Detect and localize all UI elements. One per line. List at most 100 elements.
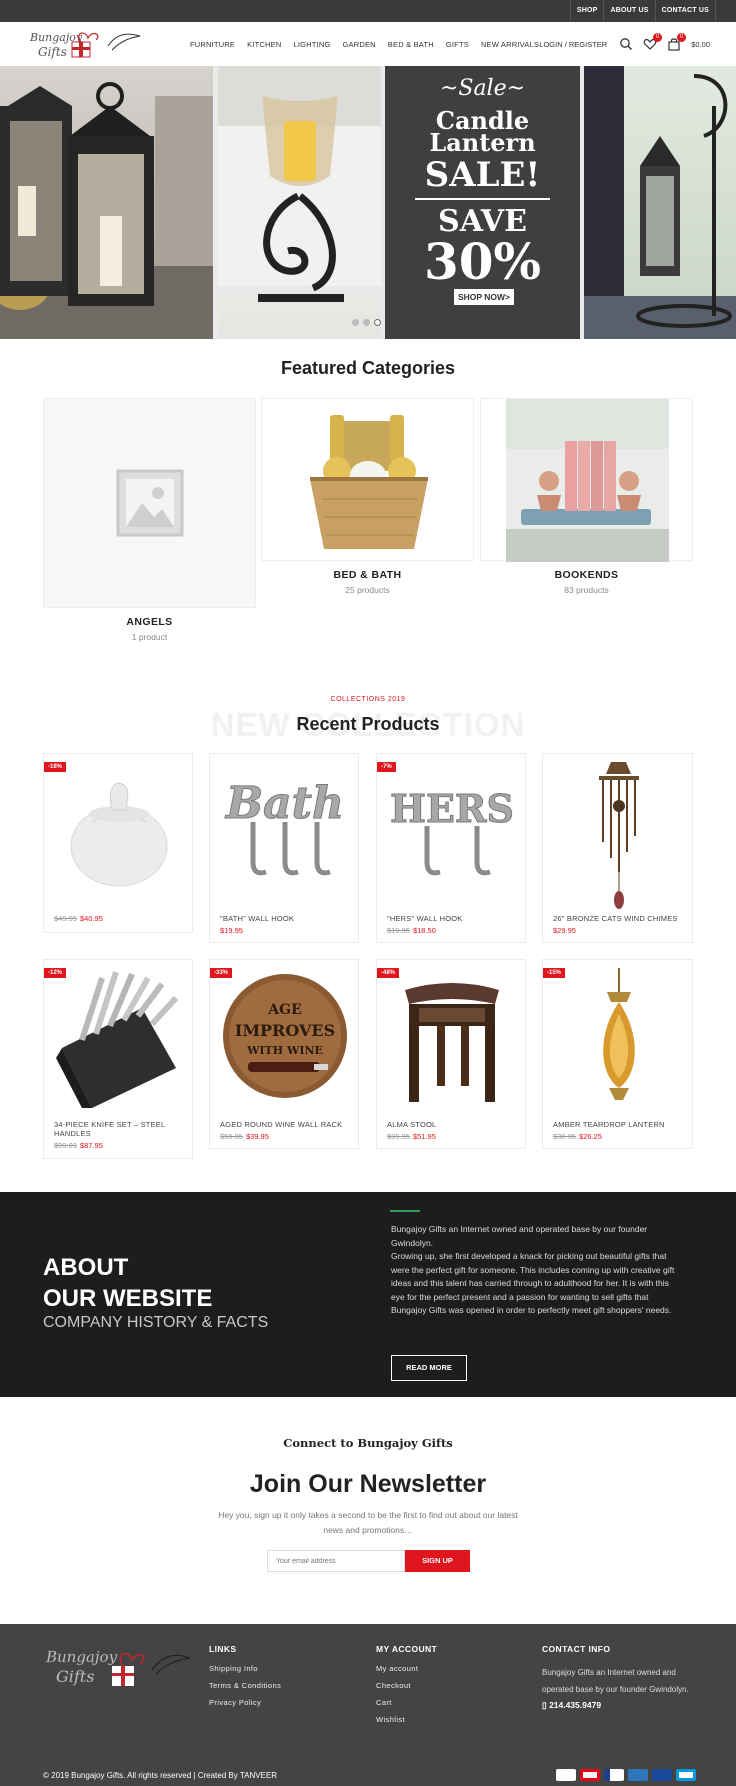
footer-link-cart[interactable]: Cart	[376, 1698, 437, 1707]
product-name[interactable]: "BATH" WALL HOOK	[220, 914, 350, 923]
category-name-bookends[interactable]: BOOKENDS	[480, 569, 693, 581]
wishlist-count-badge: 0	[653, 33, 663, 42]
product-sale-price: $87.95	[79, 1141, 103, 1150]
product-card-aged-wine-rack[interactable]: AGE IMPROVES WITH WINE -33% AGED ROUND W…	[209, 959, 359, 1149]
nav-gifts[interactable]: GIFTS	[446, 40, 469, 49]
newsletter-connect-label: Connect to Bungajoy Gifts	[283, 1436, 453, 1450]
product-price: $59.95 $39.95	[220, 1132, 269, 1141]
product-card-amber-teardrop-lantern[interactable]: -15% AMBER TEARDROP LANTERN $30.95 $26.25	[542, 959, 693, 1149]
nav-bed-bath[interactable]: BED & BATH	[388, 40, 434, 49]
mastercard-card-icon	[580, 1769, 600, 1781]
search-icon[interactable]	[619, 37, 633, 51]
featured-categories-title: Featured Categories	[280, 358, 456, 378]
visa-card-icon	[556, 1769, 576, 1781]
product-name[interactable]: 26" BRONZE CATS WIND CHIMES	[553, 914, 684, 923]
product-old-price: $59.95	[220, 1132, 243, 1141]
nav-garden[interactable]: GARDEN	[343, 40, 376, 49]
newsletter-signup-button[interactable]: SIGN UP	[405, 1550, 470, 1572]
footer-logo[interactable]: Bungajoy Gifts	[44, 1642, 194, 1690]
product-old-price: $99.99	[54, 1141, 77, 1150]
slider-dot-2[interactable]	[363, 319, 370, 326]
product-sale-price: $51.95	[412, 1132, 436, 1141]
newsletter-title: Join Our Newsletter	[249, 1470, 487, 1498]
footer-contact-column: CONTACT INFO Bungajoy Gifts an Internet …	[542, 1644, 692, 1711]
product-old-price: $19.95	[387, 926, 410, 935]
nav-lighting[interactable]: LIGHTING	[293, 40, 330, 49]
footer-phone[interactable]: ▯ 214.435.9479	[542, 1700, 692, 1711]
hero-slider[interactable]: ~Sale~ Candle Lantern SALE! SAVE 30% SHO…	[0, 66, 736, 339]
main-nav: FURNITURE KITCHEN LIGHTING GARDEN BED & …	[190, 22, 551, 66]
plaque-line-3: WITH WINE	[246, 1044, 323, 1057]
category-image-bookends	[480, 398, 693, 562]
top-link-contact[interactable]: CONTACT US	[654, 0, 716, 22]
footer-link-terms[interactable]: Terms & Conditions	[209, 1681, 281, 1690]
logo-text-line2: Gifts	[38, 45, 67, 59]
about-section: ABOUT OUR WEBSITE COMPANY HISTORY & FACT…	[0, 1192, 736, 1397]
category-count-angels: 1 product	[131, 632, 168, 642]
hero-image-candle-holder	[218, 66, 381, 339]
product-card-knife-set[interactable]: -12% 34-PIECE KNIFE SET – STEEL HANDLES …	[43, 959, 193, 1159]
nav-new-arrivals[interactable]: NEW ARRIVALS	[481, 40, 539, 49]
top-link-about[interactable]: ABOUT US	[603, 0, 654, 22]
footer-link-checkout[interactable]: Checkout	[376, 1681, 437, 1690]
footer-link-my-account[interactable]: My account	[376, 1664, 437, 1673]
product-name[interactable]: "HERS" WALL HOOK	[387, 914, 517, 923]
slider-dot-3[interactable]	[374, 319, 381, 326]
sale-divider	[415, 198, 550, 200]
product-name[interactable]: ALMA STOOL	[387, 1120, 517, 1129]
product-name[interactable]: AGED ROUND WINE WALL RACK	[220, 1120, 350, 1129]
footer-links-title: LINKS	[209, 1644, 237, 1654]
footer-phone-number: 214.435.9479	[549, 1700, 602, 1710]
wishlist-heart-icon[interactable]: 0	[643, 33, 663, 51]
about-text: Bungajoy Gifts an Internet owned and ope…	[391, 1223, 681, 1318]
product-name[interactable]: AMBER TEARDROP LANTERN	[553, 1120, 684, 1129]
cart-count-badge: 0	[677, 33, 687, 42]
product-sale-badge: -33%	[210, 968, 233, 978]
footer-link-wishlist[interactable]: Wishlist	[376, 1715, 437, 1724]
read-more-button[interactable]: READ MORE	[391, 1355, 467, 1381]
slider-dot-1[interactable]	[352, 319, 359, 326]
product-old-price: $99.95	[387, 1132, 410, 1141]
product-card-bronze-wind-chimes[interactable]: 26" BRONZE CATS WIND CHIMES $29.95	[542, 753, 693, 943]
category-count-bed-bath: 25 products	[345, 585, 390, 595]
newsletter-email-input[interactable]	[267, 1550, 405, 1572]
category-name-bed-bath[interactable]: BED & BATH	[261, 569, 474, 581]
category-name-angels[interactable]: ANGELS	[43, 616, 256, 628]
shop-now-button[interactable]: SHOP NOW>	[454, 289, 514, 305]
top-link-shop[interactable]: SHOP	[569, 0, 604, 22]
product-image	[405, 983, 499, 1102]
footer-links-column: LINKS Shipping Info Terms & Conditions P…	[209, 1644, 281, 1715]
about-heading-line1: ABOUT	[43, 1254, 129, 1281]
sale-title-line3: SALE!	[424, 155, 541, 195]
slider-dots	[352, 319, 385, 326]
product-sale-badge: -48%	[377, 968, 400, 978]
product-card-alma-stool[interactable]: -48% ALMA STOOL $99.95 $51.95	[376, 959, 526, 1149]
footer-contact-title: CONTACT INFO	[542, 1644, 611, 1654]
footer-link-privacy[interactable]: Privacy Policy	[209, 1698, 281, 1707]
nav-furniture[interactable]: FURNITURE	[190, 40, 235, 49]
product-price: $19.95 $18.50	[387, 926, 436, 935]
hero-sale-banner[interactable]: ~Sale~ Candle Lantern SALE! SAVE 30% SHO…	[385, 66, 580, 339]
category-image-bed-bath	[261, 398, 474, 561]
footer-contact-text: Bungajoy Gifts an Internet owned and ope…	[542, 1668, 689, 1694]
footer-logo-text-line2: Gifts	[56, 1667, 94, 1686]
cart-total[interactable]: $0.00	[691, 40, 710, 49]
login-register-link[interactable]: LOGIN / REGISTER	[539, 40, 607, 49]
product-old-price: $49.95	[54, 914, 77, 923]
product-price: $30.95 $26.25	[553, 1132, 602, 1141]
category-card-bookends[interactable]	[480, 398, 693, 562]
category-card-bed-bath[interactable]	[261, 398, 474, 561]
cart-bag-icon[interactable]: 0	[667, 33, 687, 51]
nav-kitchen[interactable]: KITCHEN	[247, 40, 281, 49]
category-card-angels[interactable]	[43, 398, 256, 608]
product-card-hers-wall-hook[interactable]: HERS -7% "HERS" WALL HOOK $19.95 $18.50	[376, 753, 526, 943]
category-placeholder-image	[43, 398, 256, 608]
footer-link-shipping[interactable]: Shipping Info	[209, 1664, 281, 1673]
site-logo[interactable]: Bungajoy Gifts	[28, 26, 144, 62]
product-card-pumpkin-jar[interactable]: -18% $49.95 $40.95	[43, 753, 193, 933]
product-name[interactable]: 34-PIECE KNIFE SET – STEEL HANDLES	[54, 1120, 184, 1138]
about-paragraph-2: Growing up, she first developed a knack …	[391, 1251, 675, 1315]
product-card-bath-wall-hook[interactable]: Bath "BATH" WALL HOOK $19.95	[209, 753, 359, 943]
product-sale-price: $40.95	[79, 914, 103, 923]
product-old-price: $30.95	[553, 1132, 576, 1141]
